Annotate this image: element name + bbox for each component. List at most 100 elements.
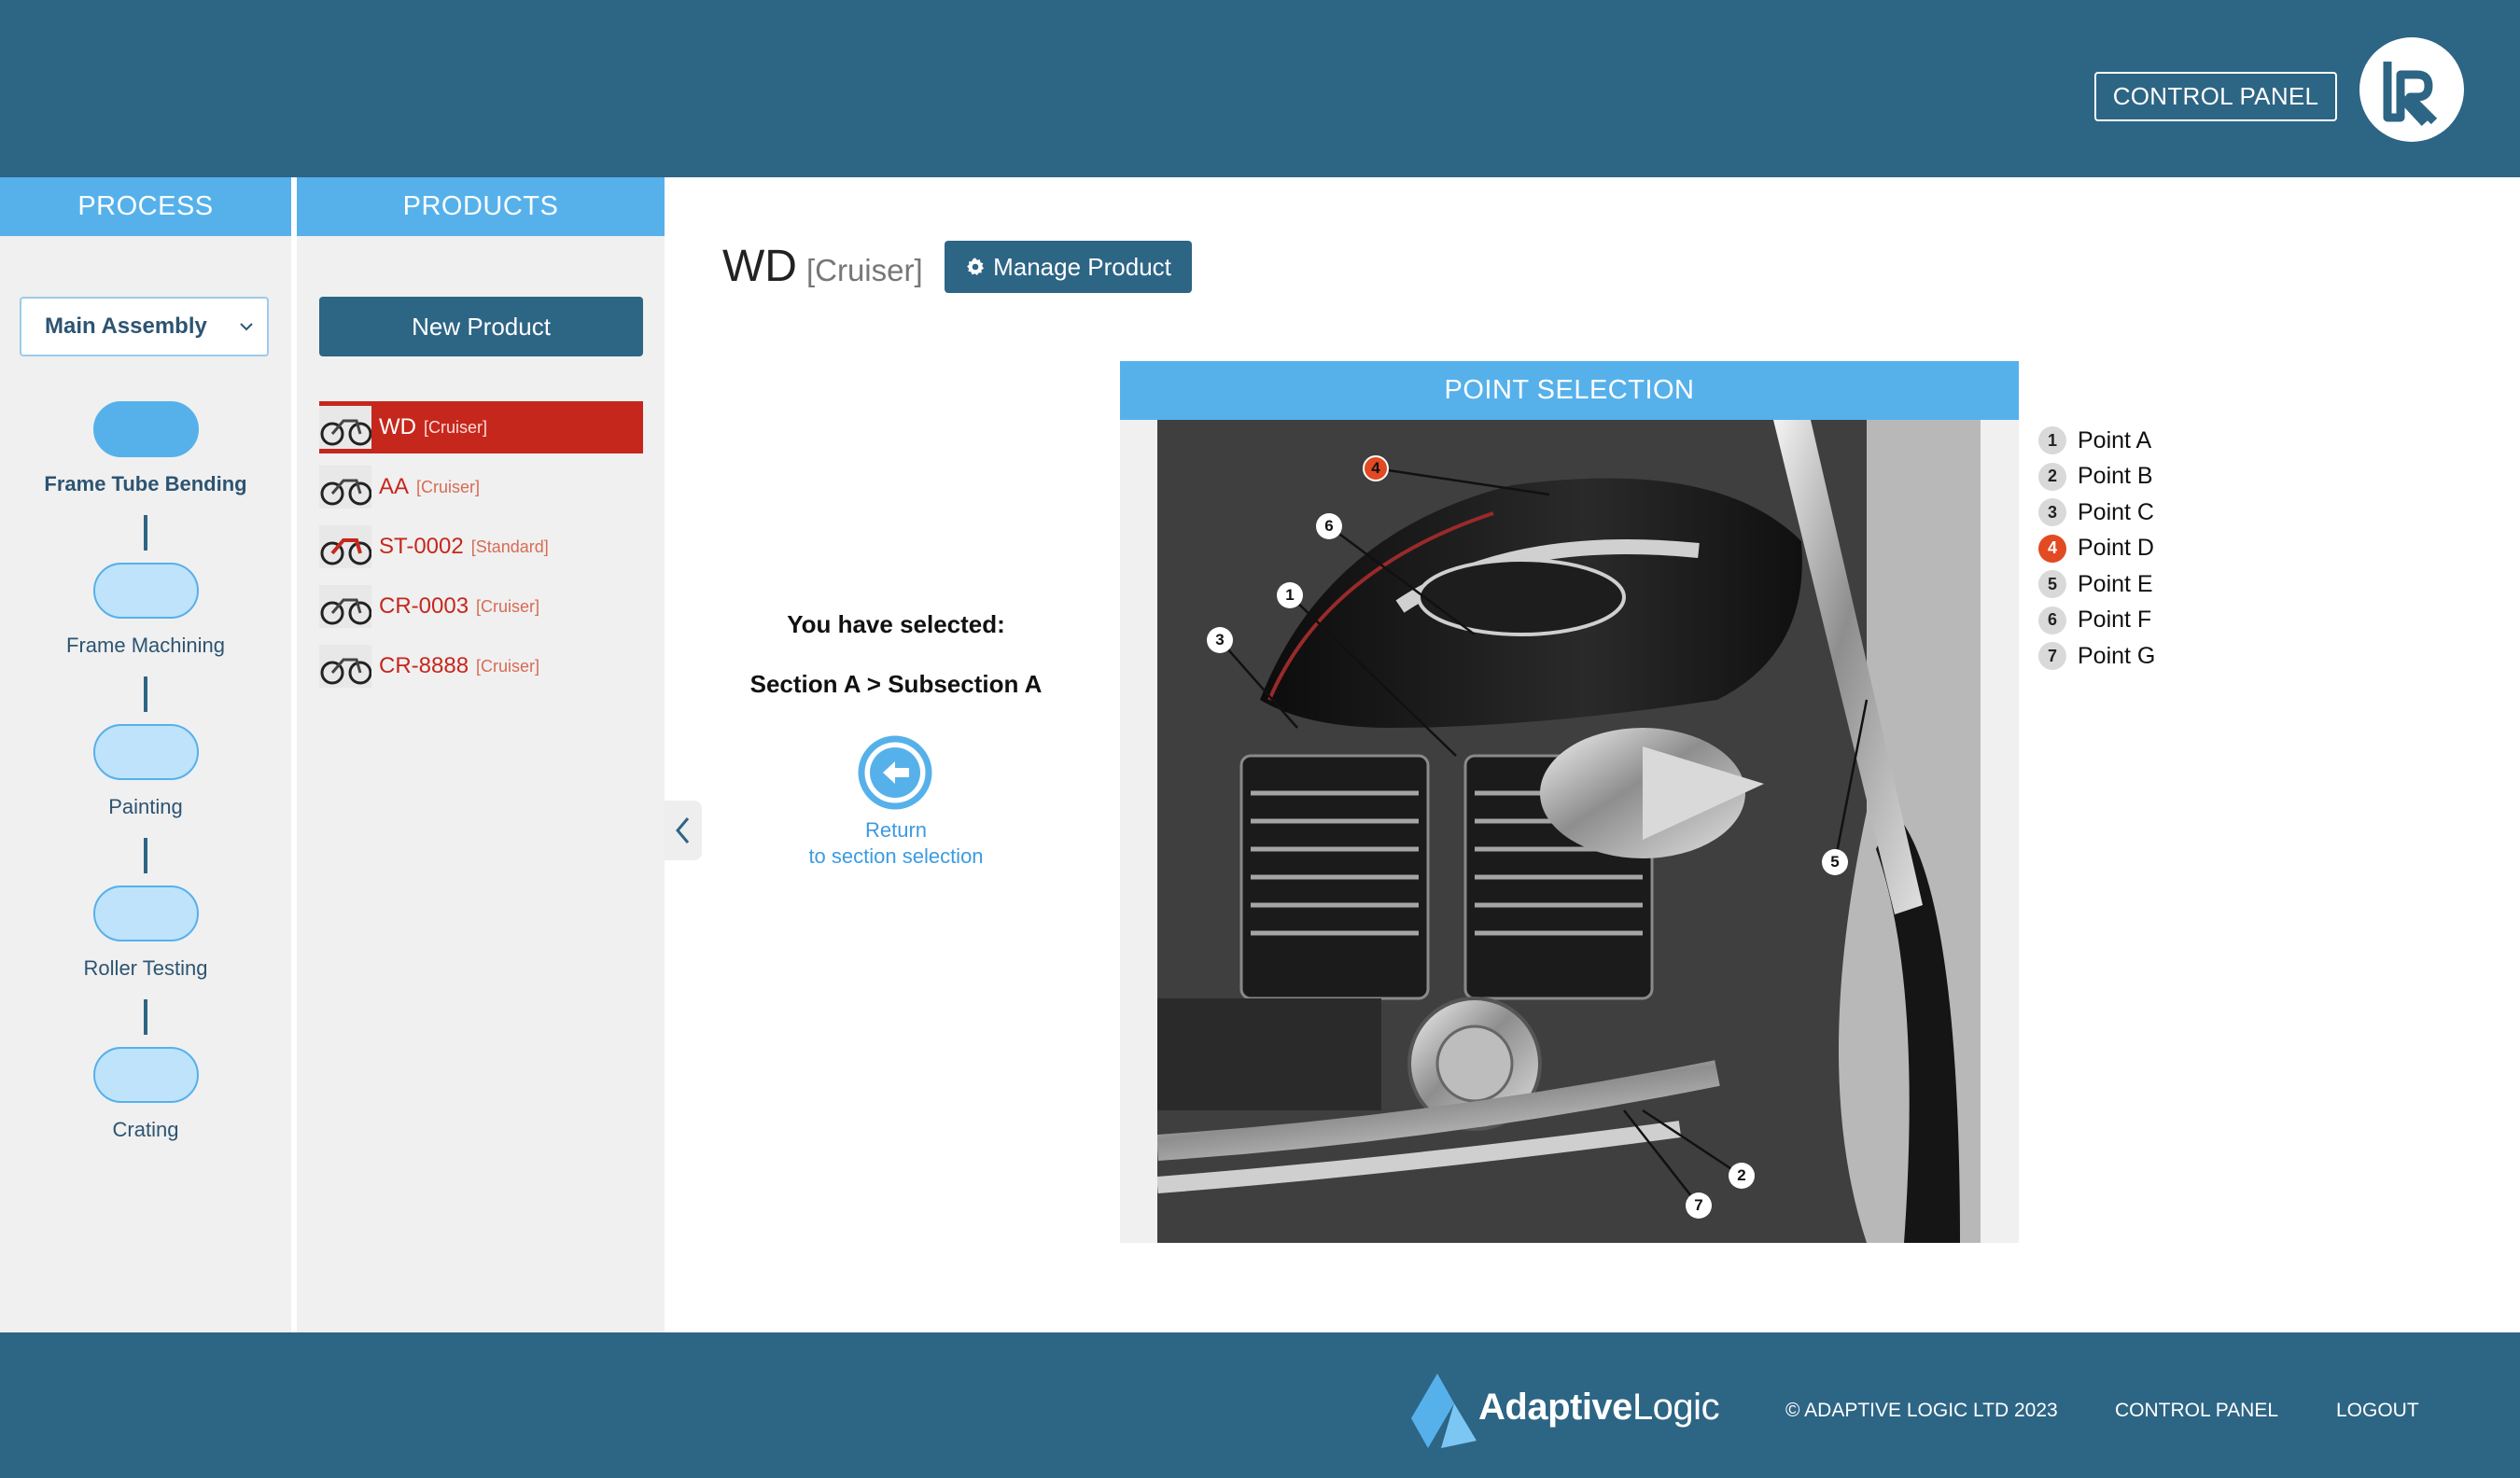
point-label: Point D	[2078, 535, 2154, 562]
process-panel: PROCESS Main Assembly Frame Tube Bending…	[0, 177, 291, 1332]
point-list: 1 Point A 2 Point B 3 Point C 4 Point D 5 Poi…	[2038, 423, 2155, 675]
process-step-node[interactable]	[92, 1047, 199, 1103]
point-item-c[interactable]: 3 Point C	[2038, 495, 2155, 531]
brand-wordmark: AdaptiveLogic	[1478, 1387, 1720, 1429]
collapse-sidebar-button[interactable]	[665, 801, 702, 860]
process-step-painting[interactable]: Painting	[0, 724, 291, 819]
return-arrow-icon[interactable]	[857, 734, 933, 811]
product-item-wd[interactable]: WD [Cruiser]	[319, 401, 643, 453]
point-item-e[interactable]: 5 Point E	[2038, 566, 2155, 603]
point-selection-heading: POINT SELECTION	[1120, 361, 2019, 420]
image-marker[interactable]: 3	[1207, 627, 1233, 653]
product-title: WD	[722, 242, 797, 291]
point-label: Point G	[2078, 642, 2156, 669]
adaptive-logic-logo-icon	[1411, 1373, 1477, 1448]
return-link-line1: Return	[864, 818, 928, 842]
selection-heading: You have selected:	[787, 610, 1005, 638]
footer-logout-link[interactable]: LOGOUT	[2336, 1400, 2419, 1422]
products-heading: PRODUCTS	[297, 177, 665, 236]
motorcycle-engine-image: 4 6 1 3 5 2 7	[1157, 420, 1981, 1243]
point-label: Point C	[2078, 498, 2154, 525]
process-step-label: Frame Tube Bending	[44, 472, 247, 495]
manage-product-label: Manage Product	[993, 252, 1171, 281]
process-connector	[144, 838, 147, 873]
process-connector	[144, 999, 147, 1035]
point-number: 7	[2038, 642, 2066, 671]
process-step-crating[interactable]: Crating	[0, 1047, 291, 1142]
assembly-select[interactable]: Main Assembly	[20, 297, 269, 356]
footer-control-panel-link[interactable]: CONTROL PANEL	[2115, 1400, 2278, 1422]
point-number: 1	[2038, 426, 2066, 455]
product-type: [Cruiser]	[476, 656, 540, 676]
product-type: [Cruiser]	[476, 596, 540, 616]
product-name: AA	[379, 474, 410, 499]
point-number: 6	[2038, 606, 2066, 634]
product-subtitle: [Cruiser]	[805, 253, 923, 287]
image-marker[interactable]: 4	[1363, 455, 1389, 481]
chevron-left-icon	[676, 817, 690, 844]
product-item-cr-0003[interactable]: CR-0003 [Cruiser]	[319, 580, 643, 633]
motorcycle-thumbnail-icon	[319, 645, 372, 688]
motorcycle-thumbnail-icon	[319, 466, 372, 509]
process-step-roller-testing[interactable]: Roller Testing	[0, 885, 291, 981]
product-type: [Cruiser]	[423, 417, 487, 437]
process-heading: PROCESS	[0, 177, 291, 236]
chevron-down-icon	[240, 323, 253, 331]
process-step-node[interactable]	[92, 724, 199, 780]
product-item-cr-8888[interactable]: CR-8888 [Cruiser]	[319, 640, 643, 692]
product-item-aa[interactable]: AA [Cruiser]	[319, 461, 643, 513]
product-type: [Cruiser]	[416, 477, 481, 496]
brand-bold: Adaptive	[1478, 1387, 1632, 1428]
process-step-frame-machining[interactable]: Frame Machining	[0, 563, 291, 658]
process-step-node[interactable]	[92, 563, 199, 619]
process-step-label: Frame Machining	[66, 634, 225, 657]
image-marker[interactable]: 1	[1277, 582, 1303, 608]
motorcycle-thumbnail-icon	[319, 585, 372, 628]
process-step-node[interactable]	[92, 885, 199, 941]
point-item-b[interactable]: 2 Point B	[2038, 459, 2155, 495]
point-label: Point A	[2078, 426, 2152, 453]
point-item-d[interactable]: 4 Point D	[2038, 531, 2155, 567]
point-number: 4	[2038, 534, 2066, 563]
point-item-g[interactable]: 7 Point G	[2038, 638, 2155, 675]
motorcycle-thumbnail-icon	[319, 525, 372, 568]
process-connector	[144, 676, 147, 712]
return-to-section-link[interactable]: Return to section selection	[709, 817, 1083, 870]
gear-icon	[967, 258, 985, 275]
point-item-f[interactable]: 6 Point F	[2038, 603, 2155, 639]
image-marker[interactable]: 7	[1686, 1192, 1712, 1219]
motorcycle-thumbnail-icon	[319, 406, 372, 449]
image-marker[interactable]: 2	[1729, 1163, 1755, 1189]
image-marker[interactable]: 6	[1316, 513, 1342, 539]
new-product-button[interactable]: New Product	[319, 297, 643, 356]
process-step-frame-tube-bending[interactable]: Frame Tube Bending	[0, 401, 291, 496]
process-step-label: Painting	[108, 795, 183, 818]
page-title: WD [Cruiser]	[722, 241, 923, 292]
company-logo-icon[interactable]	[2359, 37, 2464, 142]
product-name: WD	[379, 414, 416, 439]
manage-product-button[interactable]: Manage Product	[945, 241, 1192, 293]
brand-light: Logic	[1631, 1387, 1720, 1428]
point-label: Point E	[2078, 570, 2153, 597]
point-label: Point F	[2078, 607, 2152, 634]
product-name: CR-8888	[379, 653, 469, 678]
point-item-a[interactable]: 1 Point A	[2038, 423, 2155, 459]
selection-path: Section A > Subsection A	[749, 670, 1043, 698]
control-panel-button[interactable]: CONTROL PANEL	[2094, 72, 2337, 121]
product-name: ST-0002	[379, 534, 464, 559]
point-label: Point B	[2078, 463, 2153, 490]
product-type: [Standard]	[470, 537, 549, 556]
point-number: 5	[2038, 570, 2066, 599]
point-number: 2	[2038, 462, 2066, 491]
point-number: 3	[2038, 498, 2066, 527]
process-step-label: Crating	[112, 1118, 179, 1141]
image-marker[interactable]: 5	[1822, 849, 1848, 875]
product-item-st-0002[interactable]: ST-0002 [Standard]	[319, 521, 643, 573]
process-step-label: Roller Testing	[83, 956, 208, 980]
products-panel: PRODUCTS New Product WD [Cruiser] AA [Cr…	[297, 177, 665, 1332]
process-step-node[interactable]	[92, 401, 199, 457]
assembly-select-value: Main Assembly	[45, 314, 207, 339]
product-name: CR-0003	[379, 593, 469, 619]
footer-copyright: © ADAPTIVE LOGIC LTD 2023	[1785, 1400, 2058, 1421]
process-connector	[144, 515, 147, 551]
